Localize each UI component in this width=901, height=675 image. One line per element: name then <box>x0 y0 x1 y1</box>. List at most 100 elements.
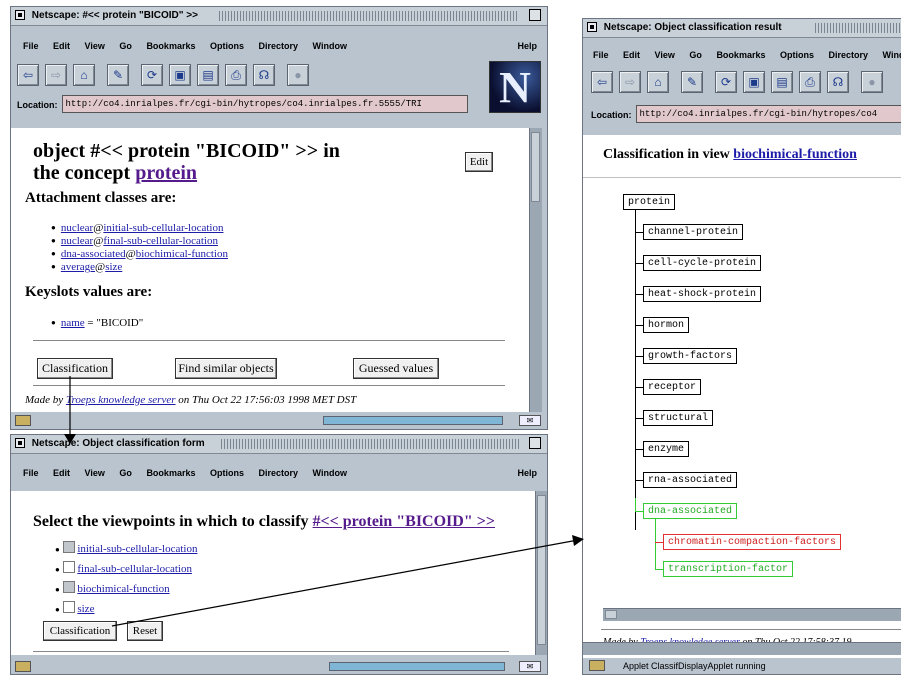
tree-node[interactable]: rna-associated <box>643 472 738 488</box>
menu-bookmarks[interactable]: Bookmarks <box>146 468 195 478</box>
viewpoint-link[interactable]: initial-sub-cellular-location <box>77 543 197 555</box>
print-icon[interactable]: ⎙ <box>225 64 247 86</box>
menu-help[interactable]: Help <box>517 463 537 483</box>
edit-icon[interactable]: ✎ <box>107 64 129 86</box>
keyslot-link[interactable]: name <box>61 317 85 329</box>
menu-directory[interactable]: Directory <box>259 468 299 478</box>
tree-node[interactable]: receptor <box>643 379 702 395</box>
viewpoint-link[interactable]: size <box>77 603 94 615</box>
images-icon[interactable]: ▣ <box>743 71 765 93</box>
menu-go[interactable]: Go <box>119 41 132 51</box>
tree-node[interactable]: enzyme <box>643 441 690 457</box>
stop-icon[interactable]: ● <box>287 64 309 86</box>
view-link[interactable]: biochimical-function <box>733 147 857 162</box>
troeps-link[interactable]: Troeps knowledge server <box>66 394 176 406</box>
menu-go[interactable]: Go <box>119 468 132 478</box>
menu-view[interactable]: View <box>85 468 105 478</box>
mail-icon[interactable]: ✉ <box>519 661 541 672</box>
vertical-scrollbar[interactable] <box>535 491 547 655</box>
menu-file[interactable]: File <box>23 468 39 478</box>
window-title-bar[interactable]: Netscape: Object classification form <box>11 435 547 454</box>
attribute-link[interactable]: size <box>105 261 122 273</box>
attribute-link[interactable]: biochimical-function <box>136 248 228 260</box>
checkbox[interactable] <box>62 601 75 613</box>
open-icon[interactable]: ▤ <box>197 64 219 86</box>
forward-icon[interactable]: ⇨ <box>619 71 641 93</box>
stop-icon[interactable]: ● <box>861 71 883 93</box>
menu-window[interactable]: Window <box>883 50 901 60</box>
menu-edit[interactable]: Edit <box>53 468 70 478</box>
horizontal-scrollbar[interactable] <box>603 608 901 621</box>
location-input[interactable]: http://co4.inrialpes.fr/cgi-bin/hytropes… <box>61 95 468 113</box>
vertical-scrollbar[interactable] <box>529 128 542 412</box>
class-link[interactable]: average <box>61 261 95 273</box>
tree-node[interactable]: structural <box>643 410 714 426</box>
guessed-values-button[interactable]: Guessed values <box>353 358 439 379</box>
tree-node[interactable]: heat-shock-protein <box>643 286 762 302</box>
scroll-thumb[interactable] <box>605 610 617 619</box>
images-icon[interactable]: ▣ <box>169 64 191 86</box>
attribute-link[interactable]: initial-sub-cellular-location <box>103 222 223 234</box>
location-input[interactable]: http://co4.inrialpes.fr/cgi-bin/hytropes… <box>635 105 901 123</box>
maximize-icon[interactable] <box>529 9 541 21</box>
horizontal-scrollbar[interactable] <box>583 642 901 655</box>
window-title-bar[interactable]: Netscape: #<< protein "BICOID" >> <box>11 7 547 26</box>
menu-options[interactable]: Options <box>210 41 244 51</box>
window-menu-icon[interactable] <box>15 10 25 20</box>
checkbox[interactable] <box>62 541 75 553</box>
window-menu-icon[interactable] <box>15 438 25 448</box>
class-link[interactable]: nuclear <box>61 235 93 247</box>
tree-node[interactable]: growth-factors <box>643 348 738 364</box>
back-icon[interactable]: ⇦ <box>591 71 613 93</box>
class-link[interactable]: dna-associated <box>61 248 126 260</box>
find-icon[interactable]: ☊ <box>827 71 849 93</box>
tree-node[interactable]: hormon <box>643 317 690 333</box>
menu-file[interactable]: File <box>23 41 39 51</box>
reload-icon[interactable]: ⟳ <box>141 64 163 86</box>
open-icon[interactable]: ▤ <box>771 71 793 93</box>
checkbox[interactable] <box>62 561 75 573</box>
classification-button[interactable]: Classification <box>37 358 113 379</box>
menu-edit[interactable]: Edit <box>623 50 640 60</box>
menu-options[interactable]: Options <box>210 468 244 478</box>
classification-submit-button[interactable]: Classification <box>43 621 117 641</box>
reload-icon[interactable]: ⟳ <box>715 71 737 93</box>
edit-icon[interactable]: ✎ <box>681 71 703 93</box>
back-icon[interactable]: ⇦ <box>17 64 39 86</box>
menu-edit[interactable]: Edit <box>53 41 70 51</box>
forward-icon[interactable]: ⇨ <box>45 64 67 86</box>
concept-link[interactable]: protein <box>135 162 197 184</box>
menu-view[interactable]: View <box>655 50 675 60</box>
window-menu-icon[interactable] <box>587 22 597 32</box>
tree-node[interactable]: channel-protein <box>643 224 744 240</box>
menu-directory[interactable]: Directory <box>829 50 869 60</box>
maximize-icon[interactable] <box>529 437 541 449</box>
attribute-link[interactable]: final-sub-cellular-location <box>103 235 218 247</box>
menu-bookmarks[interactable]: Bookmarks <box>146 41 195 51</box>
menu-window[interactable]: Window <box>313 41 347 51</box>
menu-view[interactable]: View <box>85 41 105 51</box>
tree-node-dna-associated[interactable]: dna-associated <box>643 503 738 519</box>
tree-root-node[interactable]: protein <box>623 194 676 210</box>
window-title-bar[interactable]: Netscape: Object classification result <box>583 19 901 38</box>
viewpoint-link[interactable]: final-sub-cellular-location <box>77 563 192 575</box>
object-link[interactable]: #<< protein "BICOID" >> <box>313 513 495 530</box>
class-link[interactable]: nuclear <box>61 222 93 234</box>
menu-help[interactable]: Help <box>517 36 537 56</box>
home-icon[interactable]: ⌂ <box>647 71 669 93</box>
print-icon[interactable]: ⎙ <box>799 71 821 93</box>
menu-directory[interactable]: Directory <box>259 41 299 51</box>
checkbox[interactable] <box>62 581 75 593</box>
tree-node-chromatin[interactable]: chromatin-compaction-factors <box>663 534 842 550</box>
scroll-thumb[interactable] <box>537 495 546 645</box>
tree-node[interactable]: cell-cycle-protein <box>643 255 762 271</box>
edit-button[interactable]: Edit <box>465 152 493 172</box>
reset-button[interactable]: Reset <box>127 621 163 641</box>
home-icon[interactable]: ⌂ <box>73 64 95 86</box>
menu-window[interactable]: Window <box>313 468 347 478</box>
menu-options[interactable]: Options <box>780 50 814 60</box>
tree-node-transcription-factor[interactable]: transcription-factor <box>663 561 794 577</box>
menu-go[interactable]: Go <box>689 50 702 60</box>
viewpoint-link[interactable]: biochimical-function <box>77 583 169 595</box>
scroll-thumb[interactable] <box>531 132 540 202</box>
